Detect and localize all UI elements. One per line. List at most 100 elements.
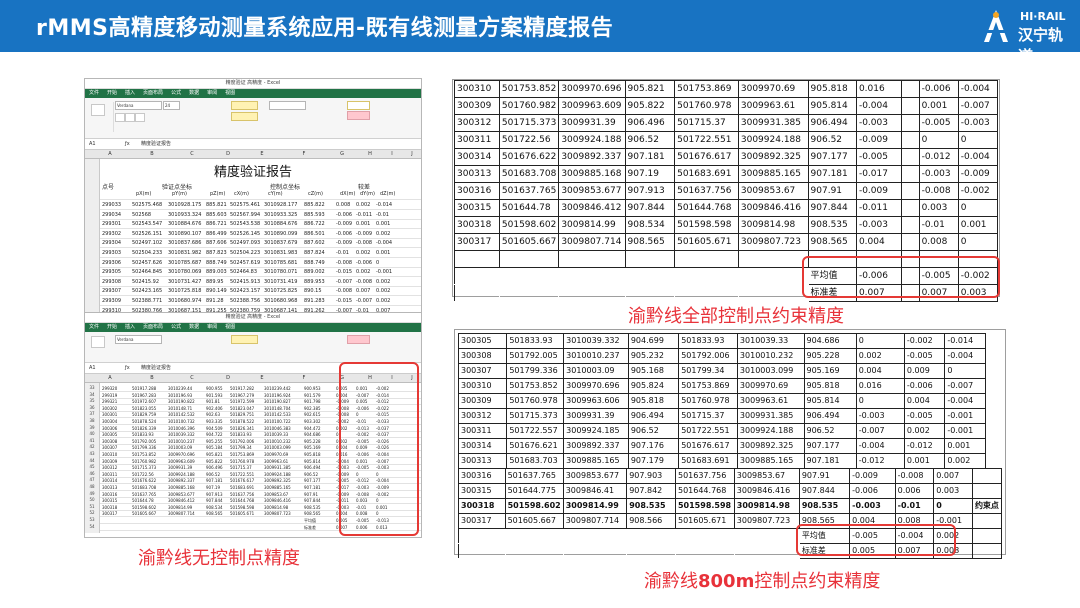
wrap-text-button[interactable] — [231, 335, 258, 344]
table-cell[interactable]: 501605.667 — [132, 511, 156, 516]
table-cell[interactable]: -0.011 — [356, 212, 372, 218]
table-cell[interactable]: 3010142.532 — [168, 412, 195, 417]
table-cell[interactable]: 3009853.677 — [168, 492, 195, 497]
table-cell[interactable]: 502504.223 — [230, 250, 260, 256]
table-cell[interactable]: 502568 — [132, 212, 151, 218]
table-cell[interactable]: 903.302 — [304, 419, 321, 424]
ribbon-tab[interactable]: 数据 — [189, 324, 199, 330]
table-cell[interactable]: 3009885.165 — [264, 485, 291, 490]
table-cell[interactable]: 501878.524 — [132, 419, 156, 424]
table-cell[interactable]: 502457.619 — [230, 260, 260, 266]
table-cell[interactable]: 886.722 — [304, 221, 325, 227]
table-cell[interactable]: -0.009 — [336, 221, 352, 227]
table-cell[interactable]: 300305 — [102, 432, 117, 437]
table-cell[interactable]: 889.002 — [304, 269, 325, 275]
row-number[interactable]: 44 — [85, 458, 99, 463]
table-cell[interactable]: 300306 — [102, 426, 117, 431]
table-cell[interactable]: 501605.671 — [230, 511, 254, 516]
ribbon-tab[interactable]: 开始 — [107, 90, 117, 96]
table-cell[interactable]: 905.184 — [206, 445, 223, 450]
table-cell[interactable]: 3010928.177 — [264, 202, 297, 208]
table-cell[interactable]: 501972.599 — [230, 399, 254, 404]
table-cell[interactable]: 502388.771 — [132, 298, 162, 304]
cell-style-bad[interactable] — [347, 111, 370, 120]
table-cell[interactable]: 904.686 — [304, 432, 321, 437]
table-cell[interactable]: 890.149 — [206, 288, 227, 294]
table-cell[interactable]: 502497.102 — [132, 240, 162, 246]
row-number[interactable]: 47 — [85, 477, 99, 482]
ribbon-tab[interactable]: 视图 — [225, 90, 235, 96]
column-letter[interactable]: I — [385, 150, 399, 158]
table-cell[interactable]: 3010725.818 — [168, 288, 201, 294]
row-number[interactable]: 51 — [85, 504, 99, 509]
table-cell[interactable]: 902.615 — [304, 412, 321, 417]
merge-center-button[interactable] — [231, 112, 258, 121]
paste-button[interactable] — [91, 104, 105, 116]
table-cell[interactable]: 3010046.396 — [168, 426, 195, 431]
table-cell[interactable]: 887.606 — [206, 240, 227, 246]
table-cell[interactable]: 3009924.188 — [168, 472, 195, 477]
table-row[interactable]: 299306 502457.626 3010785.687 888.749 502457… — [100, 258, 421, 268]
table-cell[interactable]: 908.535 — [304, 505, 321, 510]
table-cell[interactable]: 3009846.416 — [264, 498, 291, 503]
table-cell[interactable]: 299034 — [102, 212, 121, 218]
table-cell[interactable]: 299307 — [102, 288, 121, 294]
table-cell[interactable]: 3010148.704 — [264, 406, 291, 411]
table-cell[interactable]: 904.472 — [304, 426, 321, 431]
table-cell[interactable]: 888.749 — [206, 260, 227, 266]
table-cell[interactable]: 886.721 — [206, 221, 227, 227]
table-cell[interactable]: 3010046.383 — [264, 426, 291, 431]
table-cell[interactable]: 3010680.974 — [168, 298, 201, 304]
table-cell[interactable]: 0.007 — [356, 288, 370, 294]
cell-style-normal[interactable] — [347, 101, 370, 110]
sub-header-cell[interactable]: cX(m) — [234, 191, 249, 197]
cell-style-bad[interactable] — [347, 335, 370, 344]
table-cell[interactable]: 300314 — [102, 478, 117, 483]
sub-header-cell[interactable]: dY(m) — [360, 191, 375, 197]
table-cell[interactable]: 3010196.93 — [168, 393, 192, 398]
table-cell[interactable]: 501683.691 — [230, 485, 254, 490]
table-cell[interactable]: 501644.768 — [230, 498, 254, 503]
table-cell[interactable]: 501799.336 — [132, 445, 156, 450]
table-cell[interactable]: 891.28 — [206, 298, 224, 304]
table-cell[interactable]: 3010837.679 — [264, 240, 297, 246]
table-row[interactable]: 299308 502415.92 3010731.427 889.95 502415.9… — [100, 277, 421, 287]
table-cell[interactable]: 3009846.412 — [168, 498, 195, 503]
column-letter[interactable]: J — [405, 150, 419, 158]
table-cell[interactable]: 标准差 — [304, 525, 316, 531]
table-cell[interactable]: 300318 — [102, 505, 117, 510]
table-cell[interactable]: 299305 — [102, 269, 121, 275]
row-number[interactable]: 33 — [85, 385, 99, 390]
table-cell[interactable]: 3010785.681 — [264, 260, 297, 266]
table-cell[interactable]: 502543.538 — [230, 221, 260, 227]
table-cell[interactable]: 501878.522 — [230, 419, 254, 424]
table-cell[interactable]: 905.821 — [206, 452, 223, 457]
table-cell[interactable]: 501833.93 — [230, 432, 252, 437]
table-cell[interactable]: 502457.626 — [132, 260, 162, 266]
column-letter[interactable]: D — [221, 374, 235, 382]
table-cell[interactable]: -0.007 — [356, 298, 372, 304]
row-number[interactable]: 45 — [85, 464, 99, 469]
table-row[interactable]: 299301 502543.547 3010884.676 886.721 502543… — [100, 219, 421, 230]
table-cell[interactable]: -0.009 — [336, 240, 352, 246]
table-cell[interactable]: 501644.78 — [132, 498, 154, 503]
table-cell[interactable]: 501722.56 — [132, 472, 154, 477]
table-cell[interactable]: 0.002 — [376, 279, 390, 285]
table-cell[interactable]: 501826.341 — [230, 426, 254, 431]
ribbon-tab[interactable]: 审阅 — [207, 324, 217, 330]
table-cell[interactable]: 501972.607 — [132, 399, 156, 404]
number-format-select[interactable] — [269, 101, 306, 110]
table-cell[interactable]: 3010928.175 — [168, 202, 201, 208]
table-cell[interactable]: 3010100.732 — [168, 419, 195, 424]
table-cell[interactable]: 908.565 — [304, 511, 321, 516]
table-cell[interactable]: 501722.551 — [230, 472, 254, 477]
table-cell[interactable]: 889.953 — [304, 279, 325, 285]
column-letter[interactable]: F — [297, 374, 311, 382]
table-cell[interactable]: 501823.055 — [132, 406, 156, 411]
table-cell[interactable]: 908.534 — [206, 505, 223, 510]
table-cell[interactable]: -0.01 — [336, 250, 349, 256]
ribbon-tab[interactable]: 数据 — [189, 90, 199, 96]
table-cell[interactable]: 502497.093 — [230, 240, 260, 246]
table-cell[interactable]: 3009814.98 — [264, 505, 288, 510]
table-cell[interactable]: 501683.708 — [132, 485, 156, 490]
